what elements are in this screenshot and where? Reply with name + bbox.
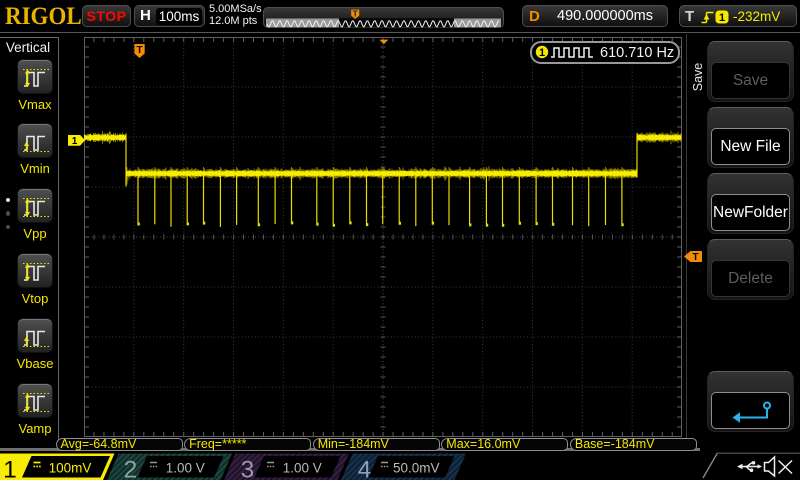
svg-text:T: T — [137, 45, 143, 56]
svg-text:1: 1 — [3, 457, 17, 480]
svg-text:T: T — [692, 252, 698, 262]
svg-text:610.710 Hz: 610.710 Hz — [600, 45, 674, 61]
svg-text:3: 3 — [241, 457, 255, 480]
svg-text:2: 2 — [124, 457, 138, 480]
svg-text:50.0mV: 50.0mV — [393, 461, 440, 476]
svg-text:T: T — [353, 9, 359, 19]
svg-text:4: 4 — [358, 457, 372, 480]
svg-text:1: 1 — [72, 136, 78, 146]
svg-text:1: 1 — [539, 47, 545, 59]
svg-text:1.00 V: 1.00 V — [283, 461, 322, 476]
svg-text:100mV: 100mV — [49, 461, 92, 476]
svg-text:1: 1 — [719, 12, 725, 24]
svg-text:1.00 V: 1.00 V — [166, 461, 205, 476]
